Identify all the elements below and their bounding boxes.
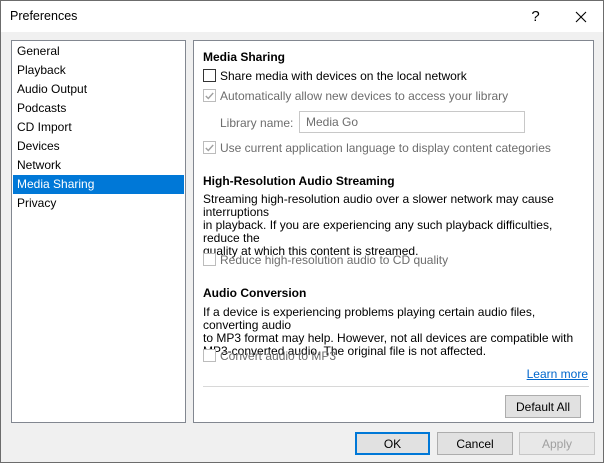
share-media-checkbox[interactable] — [203, 69, 216, 82]
share-media-row[interactable]: Share media with devices on the local ne… — [203, 68, 467, 83]
use-language-checkbox[interactable] — [203, 141, 216, 154]
reduce-hires-label: Reduce high-resolution audio to CD quali… — [220, 252, 449, 267]
checkmark-icon — [205, 92, 214, 100]
preferences-window: Preferences ? General Playback Audio Out… — [0, 0, 604, 463]
media-sharing-heading: Media Sharing — [203, 50, 286, 64]
category-list: General Playback Audio Output Podcasts C… — [11, 40, 186, 423]
convert-mp3-label: Convert audio to MP3 — [220, 348, 337, 363]
share-media-label: Share media with devices on the local ne… — [220, 68, 467, 83]
sidebar-item-devices[interactable]: Devices — [13, 137, 184, 156]
settings-panel: Media Sharing Share media with devices o… — [193, 40, 594, 423]
panel-separator — [203, 386, 589, 387]
hires-heading: High-Resolution Audio Streaming — [203, 174, 395, 188]
window-title: Preferences — [10, 9, 78, 23]
help-button[interactable]: ? — [513, 1, 558, 32]
convert-mp3-checkbox[interactable] — [203, 349, 216, 362]
default-all-button[interactable]: Default All — [505, 395, 581, 418]
use-language-label: Use current application language to disp… — [220, 140, 551, 155]
ok-button[interactable]: OK — [355, 432, 430, 455]
hires-description: Streaming high-resolution audio over a s… — [203, 193, 583, 258]
close-button[interactable] — [558, 1, 603, 32]
checkmark-icon — [205, 144, 214, 152]
use-language-row[interactable]: Use current application language to disp… — [203, 140, 551, 155]
sidebar-item-playback[interactable]: Playback — [13, 61, 184, 80]
reduce-hires-checkbox[interactable] — [203, 253, 216, 266]
sidebar-item-podcasts[interactable]: Podcasts — [13, 99, 184, 118]
sidebar-item-cd-import[interactable]: CD Import — [13, 118, 184, 137]
auto-allow-row[interactable]: Automatically allow new devices to acces… — [203, 88, 508, 103]
audio-conversion-heading: Audio Conversion — [203, 286, 307, 300]
convert-mp3-row[interactable]: Convert audio to MP3 — [203, 348, 336, 363]
sidebar-item-general[interactable]: General — [13, 42, 184, 61]
hires-description-line: in playback. If you are experiencing any… — [203, 218, 553, 245]
sidebar-item-network[interactable]: Network — [13, 156, 184, 175]
learn-more-link[interactable]: Learn more — [527, 367, 588, 381]
cancel-button[interactable]: Cancel — [437, 432, 513, 455]
sidebar-item-audio-output[interactable]: Audio Output — [13, 80, 184, 99]
sidebar-item-privacy[interactable]: Privacy — [13, 194, 184, 213]
auto-allow-label: Automatically allow new devices to acces… — [220, 88, 509, 103]
sidebar-item-media-sharing[interactable]: Media Sharing — [13, 175, 184, 194]
reduce-hires-row[interactable]: Reduce high-resolution audio to CD quali… — [203, 252, 448, 267]
apply-button[interactable]: Apply — [519, 432, 595, 455]
auto-allow-checkbox[interactable] — [203, 89, 216, 102]
close-icon — [575, 11, 586, 22]
library-name-input[interactable] — [299, 111, 525, 133]
library-name-label: Library name: — [220, 116, 294, 130]
help-icon: ? — [531, 8, 540, 25]
hires-description-line: Streaming high-resolution audio over a s… — [203, 192, 554, 219]
title-bar: Preferences ? — [1, 1, 603, 32]
conversion-description-line: If a device is experiencing problems pla… — [203, 305, 536, 332]
